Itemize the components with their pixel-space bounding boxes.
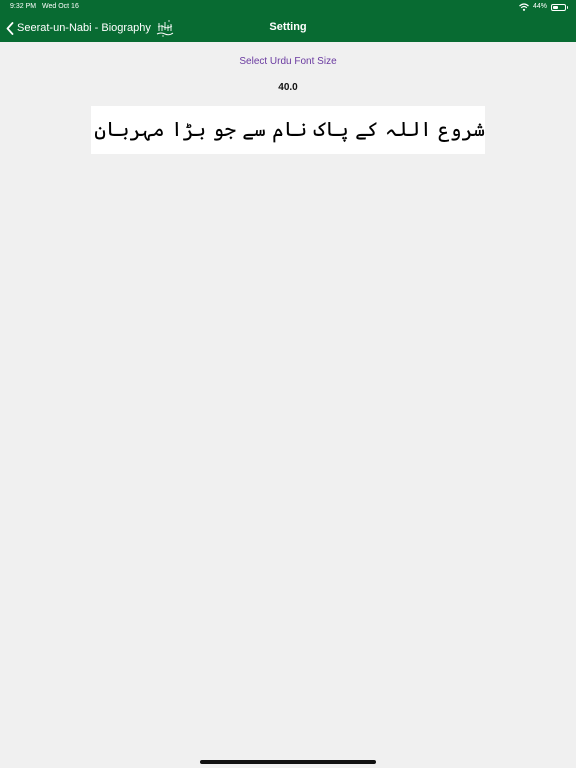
battery-percent: 44% [532, 3, 547, 10]
select-font-size-button[interactable]: Select Urdu Font Size [0, 56, 576, 67]
status-date: Wed Oct 16 [42, 3, 79, 10]
wifi-icon [519, 3, 529, 11]
calligraphy-icon [155, 19, 175, 37]
battery-fill [553, 5, 558, 9]
status-time: 9:32 PM [10, 3, 37, 10]
navigation-bar: 9:32 PM Wed Oct 16 44% Seerat-un-Nabi - … [0, 0, 576, 42]
font-size-value: 40.0 [278, 82, 298, 93]
status-indicators: 44% [519, 2, 568, 12]
urdu-preview-text: شروع اللہ کے پاک نام سے جو بڑا مہربان نہ… [91, 117, 485, 141]
home-indicator [200, 760, 376, 764]
back-button[interactable]: Seerat-un-Nabi - Biography [6, 18, 175, 38]
chevron-left-icon [6, 21, 14, 35]
urdu-preview-panel: شروع اللہ کے پاک نام سے جو بڑا مہربان نہ… [91, 106, 485, 154]
back-button-label: Seerat-un-Nabi - Biography [17, 22, 151, 34]
battery-icon [551, 3, 568, 11]
status-bar: 9:32 PM Wed Oct 16 44% [0, 0, 576, 14]
